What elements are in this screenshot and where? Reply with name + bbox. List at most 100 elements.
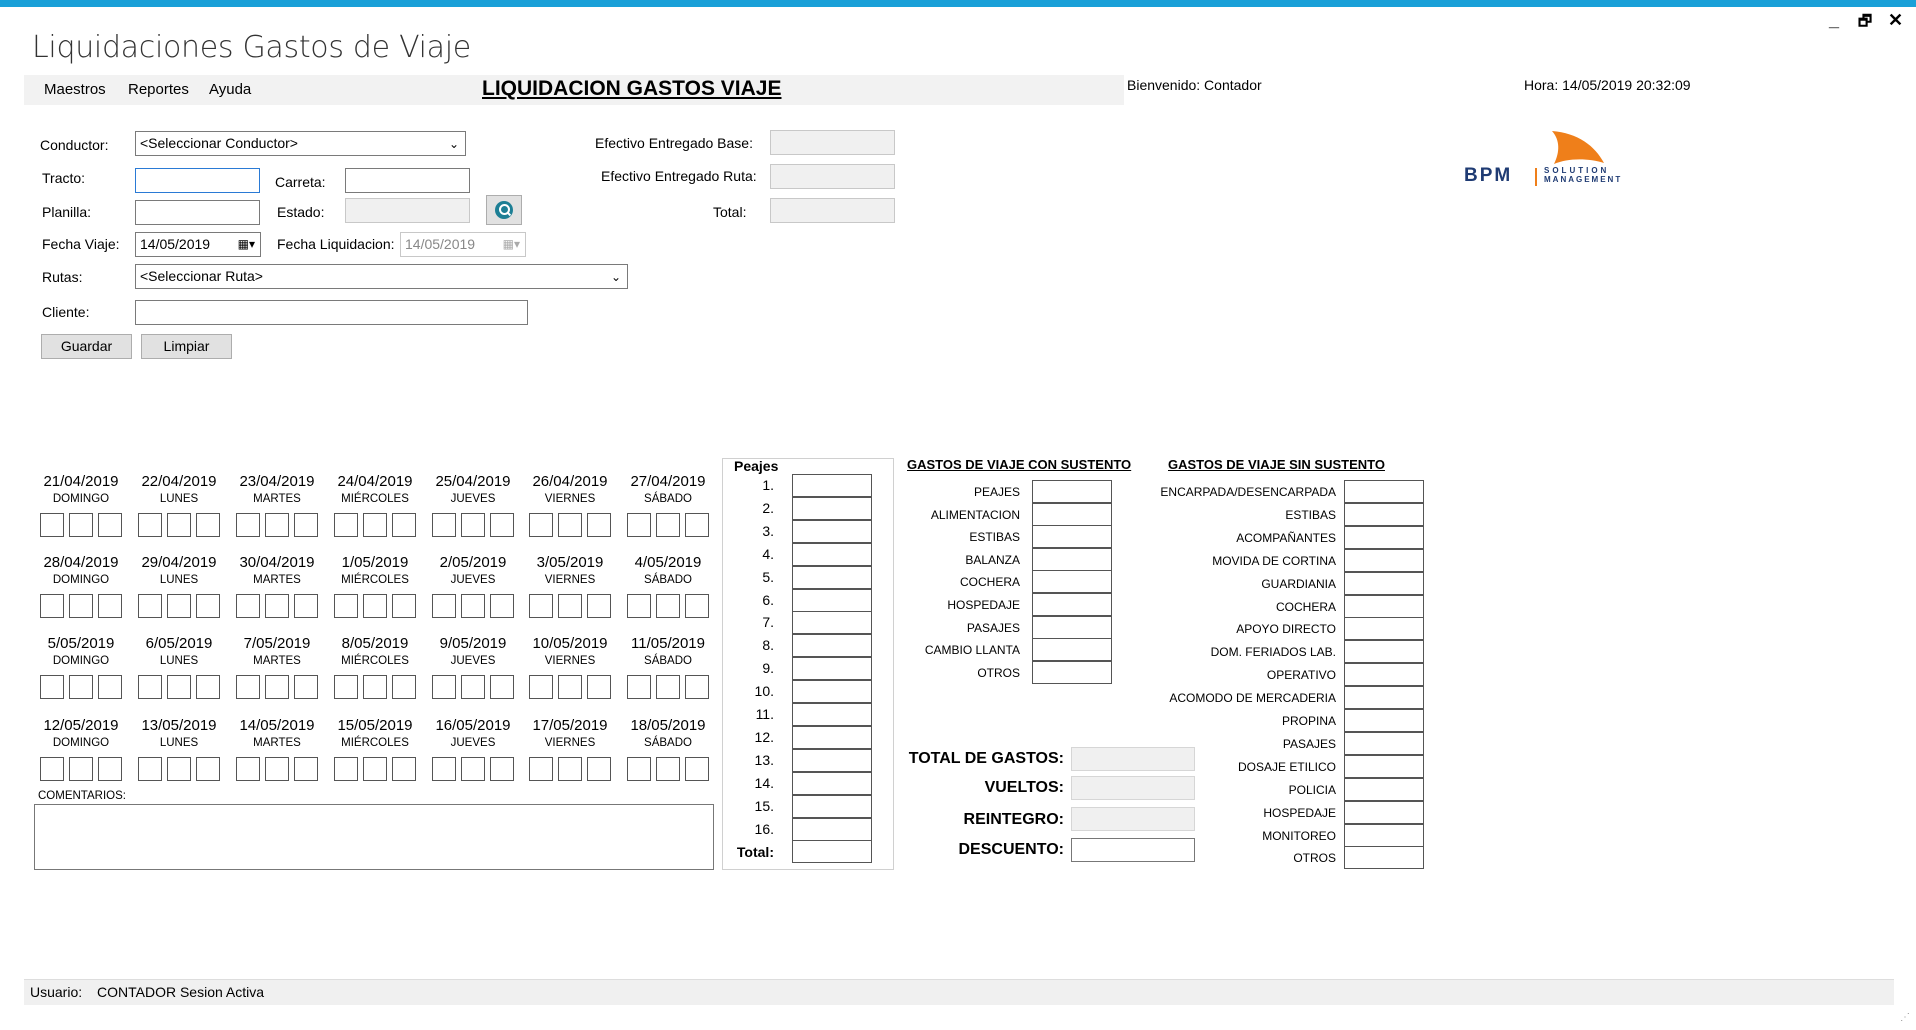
calendar-entry-box[interactable] xyxy=(138,675,162,699)
calendar-entry-box[interactable] xyxy=(558,594,582,618)
cliente-input[interactable] xyxy=(135,300,528,325)
calendar-entry-box[interactable] xyxy=(138,594,162,618)
calendar-entry-box[interactable] xyxy=(432,594,456,618)
sin-sustento-input[interactable] xyxy=(1344,526,1424,549)
conductor-select[interactable]: <Seleccionar Conductor> ⌄ xyxy=(135,131,466,156)
calendar-entry-box[interactable] xyxy=(558,513,582,537)
calendar-entry-box[interactable] xyxy=(432,675,456,699)
calendar-entry-box[interactable] xyxy=(587,513,611,537)
peaje-input[interactable] xyxy=(792,520,872,543)
resize-grip-icon[interactable]: ⋰ xyxy=(1900,1012,1910,1023)
calendar-entry-box[interactable] xyxy=(294,513,318,537)
peaje-input[interactable] xyxy=(792,818,872,841)
calendar-entry-box[interactable] xyxy=(98,594,122,618)
sin-sustento-input[interactable] xyxy=(1344,572,1424,595)
calendar-entry-box[interactable] xyxy=(461,757,485,781)
calendar-entry-box[interactable] xyxy=(138,757,162,781)
calendar-entry-box[interactable] xyxy=(529,594,553,618)
calendar-entry-box[interactable] xyxy=(98,757,122,781)
calendar-entry-box[interactable] xyxy=(334,594,358,618)
calendar-entry-box[interactable] xyxy=(685,757,709,781)
calendar-entry-box[interactable] xyxy=(40,757,64,781)
calendar-entry-box[interactable] xyxy=(627,513,651,537)
calendar-entry-box[interactable] xyxy=(196,757,220,781)
peaje-input[interactable] xyxy=(792,795,872,818)
peaje-input[interactable] xyxy=(792,772,872,795)
calendar-entry-box[interactable] xyxy=(685,513,709,537)
descuento-input[interactable] xyxy=(1071,838,1195,862)
sin-sustento-input[interactable] xyxy=(1344,709,1424,732)
calendar-entry-box[interactable] xyxy=(40,675,64,699)
calendar-entry-box[interactable] xyxy=(363,594,387,618)
search-button[interactable] xyxy=(486,195,522,225)
calendar-entry-box[interactable] xyxy=(685,594,709,618)
calendar-entry-box[interactable] xyxy=(490,757,514,781)
calendar-entry-box[interactable] xyxy=(392,757,416,781)
calendar-entry-box[interactable] xyxy=(587,594,611,618)
calendar-entry-box[interactable] xyxy=(167,513,191,537)
calendar-entry-box[interactable] xyxy=(627,594,651,618)
calendar-entry-box[interactable] xyxy=(432,757,456,781)
tracto-input[interactable] xyxy=(135,168,260,193)
calendar-entry-box[interactable] xyxy=(265,675,289,699)
calendar-entry-box[interactable] xyxy=(558,675,582,699)
peaje-input[interactable] xyxy=(792,680,872,703)
calendar-entry-box[interactable] xyxy=(587,675,611,699)
calendar-entry-box[interactable] xyxy=(432,513,456,537)
calendar-entry-box[interactable] xyxy=(40,513,64,537)
calendar-entry-box[interactable] xyxy=(685,675,709,699)
calendar-entry-box[interactable] xyxy=(69,594,93,618)
calendar-entry-box[interactable] xyxy=(265,513,289,537)
calendar-entry-box[interactable] xyxy=(363,513,387,537)
calendar-entry-box[interactable] xyxy=(236,757,260,781)
sin-sustento-input[interactable] xyxy=(1344,732,1424,755)
sin-sustento-input[interactable] xyxy=(1344,686,1424,709)
sin-sustento-input[interactable] xyxy=(1344,503,1424,526)
close-button[interactable]: ✕ xyxy=(1888,10,1903,31)
calendar-entry-box[interactable] xyxy=(236,594,260,618)
peaje-input[interactable] xyxy=(792,726,872,749)
calendar-entry-box[interactable] xyxy=(656,513,680,537)
peaje-input[interactable] xyxy=(792,543,872,566)
sin-sustento-input[interactable] xyxy=(1344,640,1424,663)
calendar-entry-box[interactable] xyxy=(529,513,553,537)
peaje-input[interactable] xyxy=(792,566,872,589)
calendar-entry-box[interactable] xyxy=(334,757,358,781)
peaje-input[interactable] xyxy=(792,497,872,520)
calendar-entry-box[interactable] xyxy=(167,675,191,699)
sin-sustento-input[interactable] xyxy=(1344,846,1424,869)
sin-sustento-input[interactable] xyxy=(1344,778,1424,801)
limpiar-button[interactable]: Limpiar xyxy=(141,334,232,359)
calendar-entry-box[interactable] xyxy=(529,675,553,699)
calendar-entry-box[interactable] xyxy=(69,513,93,537)
peaje-input[interactable] xyxy=(792,703,872,726)
calendar-entry-box[interactable] xyxy=(627,757,651,781)
calendar-entry-box[interactable] xyxy=(490,675,514,699)
calendar-entry-box[interactable] xyxy=(236,675,260,699)
calendar-entry-box[interactable] xyxy=(656,675,680,699)
peaje-input[interactable] xyxy=(792,474,872,497)
calendar-entry-box[interactable] xyxy=(529,757,553,781)
calendar-entry-box[interactable] xyxy=(167,594,191,618)
peaje-input[interactable] xyxy=(792,749,872,772)
calendar-entry-box[interactable] xyxy=(69,757,93,781)
calendar-entry-box[interactable] xyxy=(461,675,485,699)
calendar-entry-box[interactable] xyxy=(196,513,220,537)
calendar-entry-box[interactable] xyxy=(627,675,651,699)
calendar-entry-box[interactable] xyxy=(363,675,387,699)
rutas-select[interactable]: <Seleccionar Ruta> ⌄ xyxy=(135,264,628,289)
calendar-entry-box[interactable] xyxy=(558,757,582,781)
calendar-entry-box[interactable] xyxy=(334,675,358,699)
calendar-entry-box[interactable] xyxy=(656,757,680,781)
peaje-input[interactable] xyxy=(792,657,872,680)
calendar-entry-box[interactable] xyxy=(294,594,318,618)
comentarios-textarea[interactable] xyxy=(34,804,714,870)
fecha-viaje-picker[interactable]: 14/05/2019 ▦▾ xyxy=(135,232,261,257)
calendar-entry-box[interactable] xyxy=(294,757,318,781)
carreta-input[interactable] xyxy=(345,168,470,193)
calendar-entry-box[interactable] xyxy=(265,594,289,618)
calendar-entry-box[interactable] xyxy=(392,675,416,699)
sin-sustento-input[interactable] xyxy=(1344,663,1424,686)
sin-sustento-input[interactable] xyxy=(1344,801,1424,824)
calendar-entry-box[interactable] xyxy=(40,594,64,618)
